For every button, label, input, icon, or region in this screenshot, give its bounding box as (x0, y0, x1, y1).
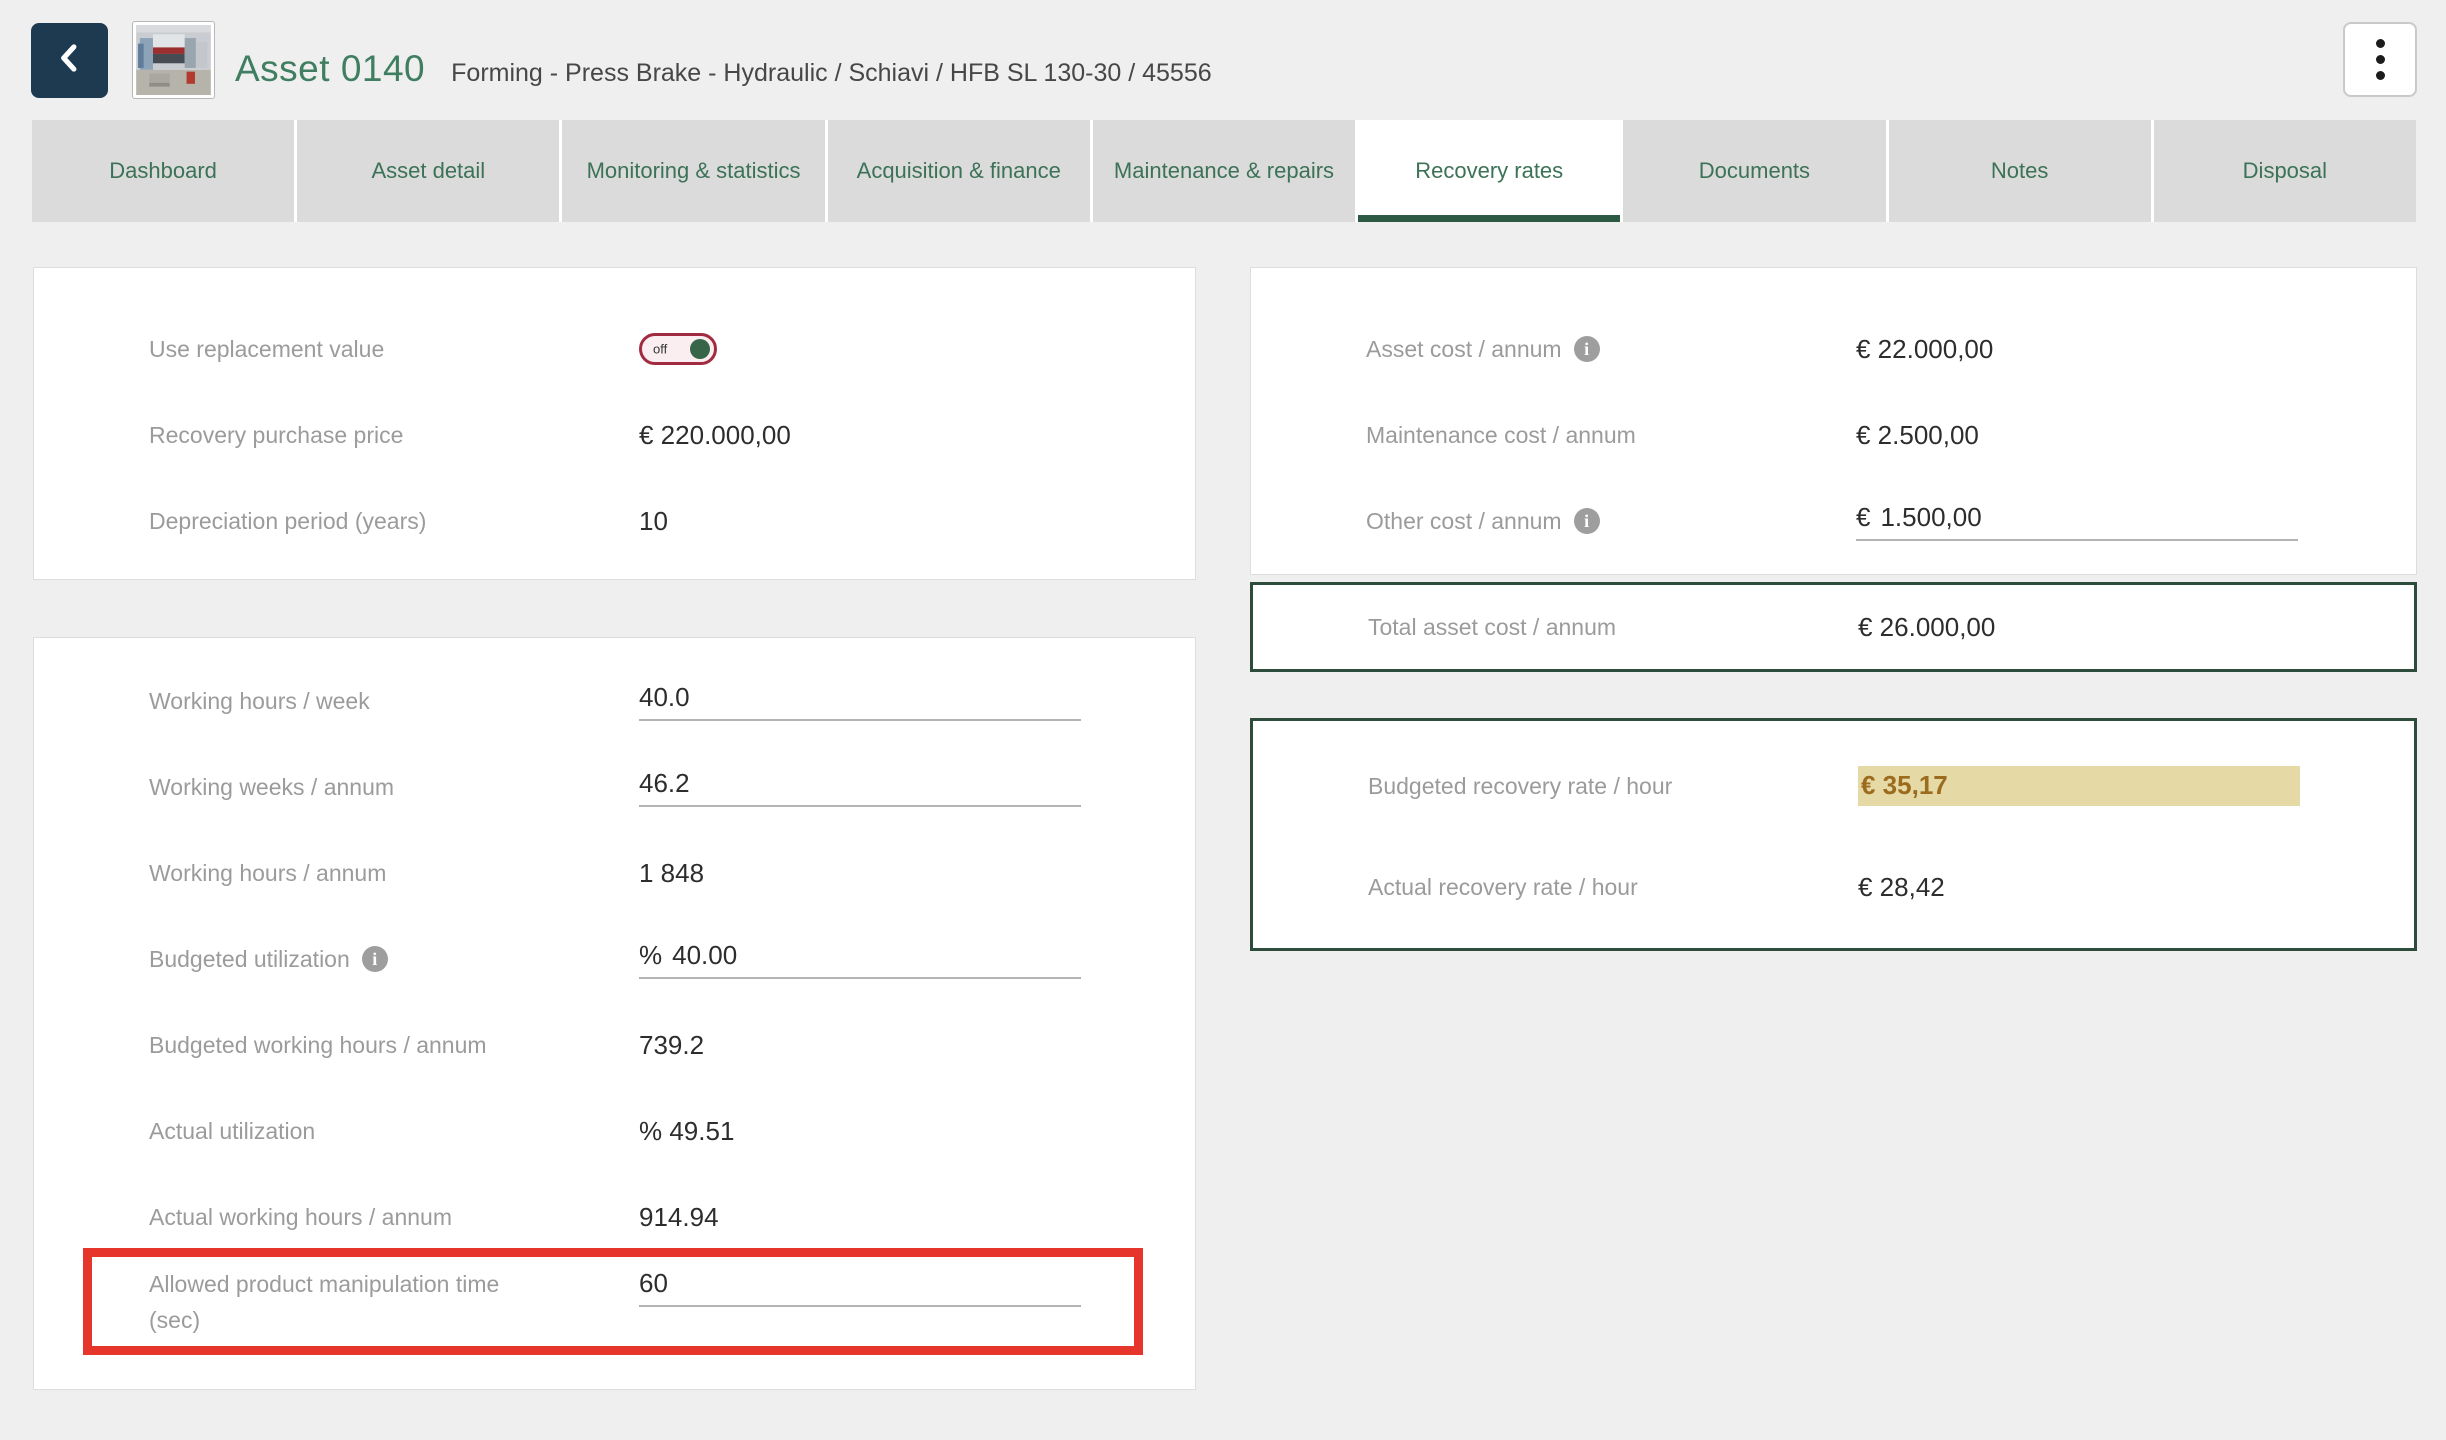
actual-working-hours-value: 914.94 (639, 1202, 719, 1233)
field-label: Budgeted working hours / annum (149, 1027, 639, 1063)
field-row-allowed-manipulation-time: Allowed product manipulation time(sec) (34, 1260, 1195, 1360)
actual-recovery-rate-value: € 28,42 (1858, 872, 1945, 903)
working-hours-annum-value: 1 848 (639, 858, 704, 889)
active-tab-indicator (1358, 215, 1620, 222)
field-label: Depreciation period (years) (149, 503, 639, 539)
maintenance-cost-value: € 2.500,00 (1856, 420, 1979, 451)
field-label: Budgeted recovery rate / hour (1368, 768, 1858, 804)
page-subtitle: Forming - Press Brake - Hydraulic / Schi… (451, 59, 1212, 88)
field-row-use-replacement-value: Use replacement value off (34, 306, 1195, 392)
working-weeks-annum-input[interactable] (639, 768, 1081, 799)
actual-utilization-value: % 49.51 (639, 1116, 734, 1147)
field-row-budgeted-recovery-rate: Budgeted recovery rate / hour € 35,17 (1253, 741, 2414, 831)
field-label: Actual utilization (149, 1113, 639, 1149)
recovery-purchase-price-value: € 220.000,00 (639, 420, 791, 451)
other-cost-underline: € (1856, 502, 2298, 541)
working-hours-week-input[interactable] (639, 682, 1081, 713)
tab-asset-detail[interactable]: Asset detail (297, 120, 559, 222)
field-row-budgeted-working-hours: Budgeted working hours / annum 739.2 (34, 1002, 1195, 1088)
field-row-depreciation-period: Depreciation period (years) 10 (34, 478, 1195, 564)
page-title: Asset 0140 (235, 48, 425, 90)
more-options-button[interactable] (2343, 22, 2417, 97)
field-row-working-weeks-annum: Working weeks / annum (34, 744, 1195, 830)
field-label: Actual recovery rate / hour (1368, 869, 1858, 905)
tab-label: Monitoring & statistics (587, 158, 801, 184)
asset-cost-value: € 22.000,00 (1856, 334, 1993, 365)
field-label: Working hours / week (149, 683, 639, 719)
working-weeks-annum-underline (639, 768, 1081, 807)
field-label: Working hours / annum (149, 855, 639, 891)
tab-dashboard[interactable]: Dashboard (32, 120, 294, 222)
info-icon[interactable] (1574, 336, 1600, 362)
field-row-total-asset-cost: Total asset cost / annum € 26.000,00 (1253, 609, 2414, 645)
field-label: Working weeks / annum (149, 769, 639, 805)
tab-label: Asset detail (371, 158, 485, 184)
field-label: Allowed product manipulation time(sec) (149, 1266, 639, 1338)
allowed-manipulation-time-input[interactable] (639, 1268, 1081, 1299)
field-label: Recovery purchase price (149, 417, 639, 453)
recovery-rates-box: Budgeted recovery rate / hour € 35,17 Ac… (1250, 718, 2417, 951)
toggle-state-label: off (653, 342, 667, 357)
tab-bar: Dashboard Asset detail Monitoring & stat… (32, 120, 2416, 222)
working-hours-week-underline (639, 682, 1081, 721)
tab-monitoring-statistics[interactable]: Monitoring & statistics (562, 120, 824, 222)
field-label: Budgeted utilization (149, 941, 639, 977)
budgeted-utilization-input[interactable] (672, 940, 1081, 971)
total-asset-cost-box: Total asset cost / annum € 26.000,00 (1250, 582, 2417, 672)
tab-label: Dashboard (109, 158, 217, 184)
tab-label: Disposal (2243, 158, 2327, 184)
tab-label: Documents (1699, 158, 1810, 184)
field-label: Actual working hours / annum (149, 1199, 639, 1235)
field-row-recovery-purchase-price: Recovery purchase price € 220.000,00 (34, 392, 1195, 478)
percent-prefix: % (639, 940, 662, 971)
field-row-budgeted-utilization: Budgeted utilization % (34, 916, 1195, 1002)
budgeted-utilization-underline: % (639, 940, 1081, 979)
field-label: Other cost / annum (1366, 503, 1856, 539)
tab-label: Notes (1991, 158, 2048, 184)
back-button[interactable] (31, 23, 108, 98)
tab-documents[interactable]: Documents (1623, 120, 1885, 222)
tab-recovery-rates[interactable]: Recovery rates (1358, 120, 1620, 222)
chevron-left-icon (52, 40, 88, 81)
replacement-value-card: Use replacement value off Recovery purch… (33, 267, 1196, 580)
field-row-asset-cost: Asset cost / annum € 22.000,00 (1251, 306, 2416, 392)
asset-thumbnail[interactable] (133, 22, 214, 98)
field-label: Asset cost / annum (1366, 331, 1856, 367)
budgeted-working-hours-value: 739.2 (639, 1030, 704, 1061)
field-row-maintenance-cost: Maintenance cost / annum € 2.500,00 (1251, 392, 2416, 478)
total-asset-cost-value: € 26.000,00 (1858, 612, 1995, 643)
field-row-actual-working-hours: Actual working hours / annum 914.94 (34, 1174, 1195, 1260)
field-label: Maintenance cost / annum (1366, 417, 1856, 453)
field-row-other-cost: Other cost / annum € (1251, 478, 2416, 564)
budgeted-recovery-rate-value: € 35,17 (1858, 766, 2300, 806)
tab-maintenance-repairs[interactable]: Maintenance & repairs (1093, 120, 1355, 222)
field-row-working-hours-annum: Working hours / annum 1 848 (34, 830, 1195, 916)
field-label: Total asset cost / annum (1368, 609, 1858, 645)
depreciation-period-value: 10 (639, 506, 668, 537)
other-cost-input[interactable] (1880, 502, 2298, 533)
tab-notes[interactable]: Notes (1889, 120, 2151, 222)
use-replacement-value-toggle[interactable]: off (639, 333, 717, 365)
tab-label: Recovery rates (1415, 158, 1563, 184)
field-row-working-hours-week: Working hours / week (34, 658, 1195, 744)
asset-photo (136, 25, 211, 95)
tab-label: Acquisition & finance (857, 158, 1061, 184)
info-icon[interactable] (1574, 508, 1600, 534)
allowed-manipulation-time-underline (639, 1268, 1081, 1307)
field-row-actual-utilization: Actual utilization % 49.51 (34, 1088, 1195, 1174)
tab-acquisition-finance[interactable]: Acquisition & finance (828, 120, 1090, 222)
header-title-row: Asset 0140 Forming - Press Brake - Hydra… (235, 0, 1212, 120)
asset-cost-card: Asset cost / annum € 22.000,00 Maintenan… (1250, 267, 2417, 575)
tab-label: Maintenance & repairs (1114, 158, 1334, 184)
info-icon[interactable] (362, 946, 388, 972)
field-row-actual-recovery-rate: Actual recovery rate / hour € 28,42 (1253, 831, 2414, 943)
euro-prefix: € (1856, 502, 1870, 533)
toggle-knob (690, 339, 710, 359)
working-hours-card: Working hours / week Working weeks / ann… (33, 637, 1196, 1390)
tab-disposal[interactable]: Disposal (2154, 120, 2416, 222)
field-label: Use replacement value (149, 331, 639, 367)
